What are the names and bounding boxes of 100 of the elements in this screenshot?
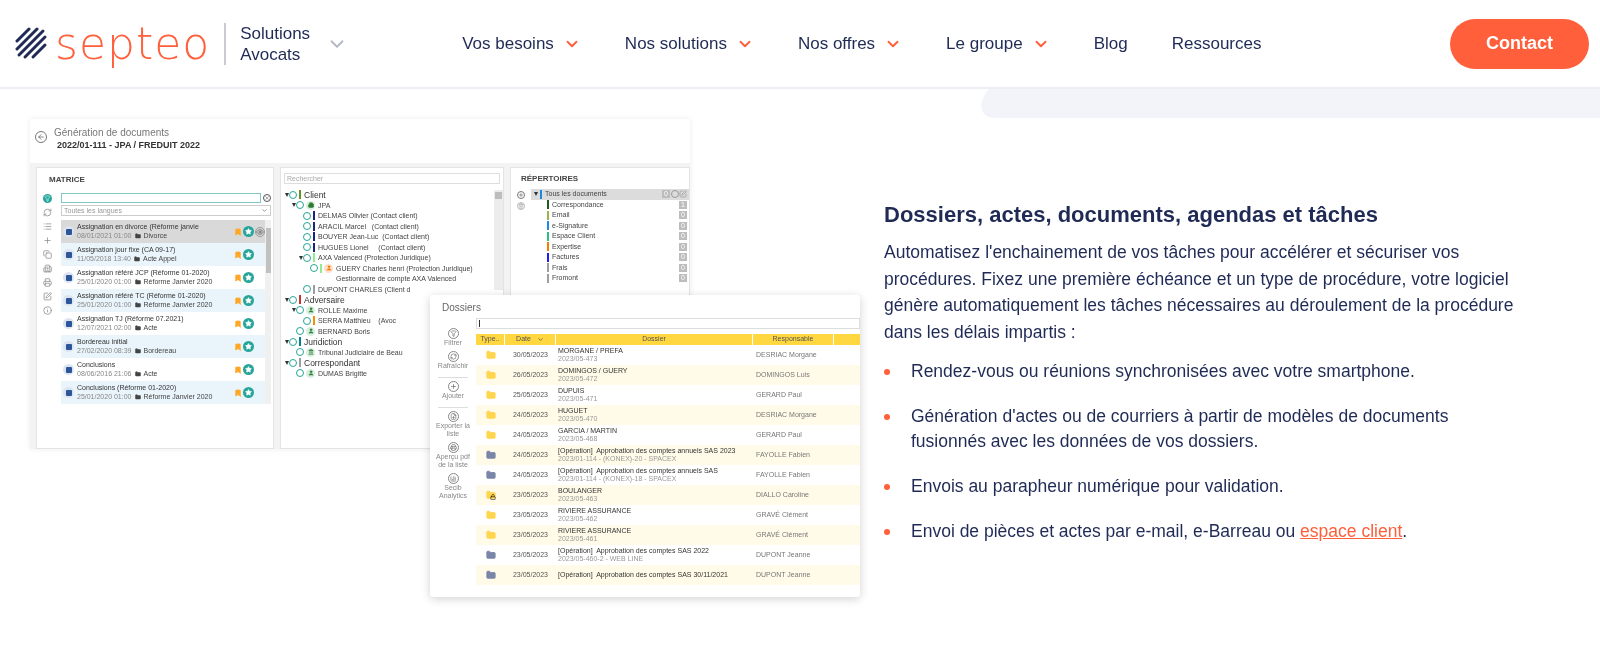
expander-icon[interactable] [291, 203, 296, 207]
building-icon [306, 200, 315, 210]
stripes-logo-icon [15, 26, 49, 61]
clear-icon[interactable] [263, 194, 271, 202]
star-icon[interactable] [243, 318, 254, 329]
word-icon [63, 364, 74, 375]
folder-icon [485, 390, 496, 400]
expander-icon[interactable] [284, 297, 289, 302]
folder-icon [134, 371, 141, 377]
bookmark-icon[interactable] [234, 227, 242, 236]
list-icon[interactable] [42, 222, 52, 231]
product-name[interactable]: Solutions Avocats [240, 22, 321, 65]
tree-label[interactable]: Juridiction [304, 337, 343, 348]
folder-icon [485, 450, 496, 460]
bookmark-icon[interactable] [234, 365, 242, 374]
word-icon [63, 272, 74, 283]
window-title: Génération de documents [54, 126, 171, 139]
bookmark-icon[interactable] [234, 250, 242, 259]
folder-icon [134, 394, 141, 400]
bullet-text: Génération d'actes ou de courriers à partir de modèles de documents fusionnés avec les données de vos dossiers. [911, 405, 1450, 453]
edit-icon[interactable] [679, 190, 687, 199]
expander-icon[interactable] [284, 360, 289, 365]
sort-icon [536, 336, 544, 343]
star-icon[interactable] [243, 387, 254, 398]
printer-icon[interactable] [42, 278, 52, 287]
refresh-icon[interactable] [42, 208, 52, 217]
tree-label[interactable]: Correspondant [304, 358, 361, 369]
folder-icon [134, 279, 141, 285]
bookmark-icon[interactable] [234, 273, 242, 282]
nav-link[interactable]: Ressources [1171, 30, 1262, 57]
expander-icon[interactable] [298, 255, 303, 260]
nav-link[interactable]: Nos solutions [624, 30, 754, 57]
tree-label[interactable]: Adversaire [304, 295, 345, 306]
expander-icon[interactable] [284, 192, 289, 197]
nav-link[interactable]: Nos offres [797, 30, 903, 57]
bookmark-icon[interactable] [234, 342, 242, 351]
bullet-text: Envois au parapheur numérique pour validation. [911, 475, 1285, 498]
expander-icon[interactable] [534, 192, 538, 197]
copy-icon[interactable] [42, 250, 52, 259]
word-icon [63, 226, 74, 237]
window-subtitle: 2022/01-111 - JPA / FREDUIT 2022 [57, 139, 201, 151]
folder-icon [134, 256, 140, 262]
filter-field[interactable] [476, 318, 860, 329]
star-icon[interactable] [243, 341, 254, 352]
word-icon [63, 387, 74, 398]
scrollbar[interactable] [494, 190, 503, 290]
trash-icon[interactable] [517, 202, 525, 210]
intro-paragraph: Automatisez l'enchainement de vos tâches pour accélérer et sécuriser vos procédures. Fixez une première échéance et un type de procédure, votre logiciel génère automatiquement les tâches nécessaires au déroulement de la procédure dans les délais impartis : [884, 241, 1515, 344]
bullet-text: Envoi de pièces et actes par e-mail, e-Barreau ou espace client. [911, 520, 1409, 543]
person-icon [306, 305, 315, 315]
expander-icon[interactable] [284, 339, 289, 344]
folder-icon [485, 430, 496, 440]
scrollbar[interactable] [265, 220, 271, 404]
folder-icon [485, 530, 496, 540]
add-icon[interactable] [42, 236, 52, 245]
folder-icon [485, 410, 496, 420]
star-icon[interactable] [243, 295, 254, 306]
back-arrow-icon [37, 133, 45, 141]
search-field[interactable] [61, 193, 261, 203]
bookmark-icon[interactable] [234, 388, 242, 397]
bookmark-icon[interactable] [234, 319, 242, 328]
window-title: Dossiers [442, 301, 482, 314]
person-icon [306, 368, 315, 378]
courthouse-icon [306, 347, 315, 357]
star-icon[interactable] [243, 272, 254, 283]
folder-icon [134, 233, 141, 239]
locked-folder-icon [485, 490, 496, 500]
chevron-down-icon [261, 207, 268, 214]
panel-heading: RÉPERTOIRES [521, 173, 580, 185]
expander-icon[interactable] [291, 308, 296, 312]
folder-icon [485, 570, 496, 580]
folder-icon [134, 302, 141, 308]
word-icon [63, 295, 74, 306]
info-icon[interactable] [42, 306, 52, 315]
star-icon[interactable] [243, 249, 254, 260]
edit-icon[interactable] [42, 292, 52, 301]
word-icon [63, 341, 74, 352]
back-button[interactable] [35, 131, 47, 143]
panel-heading: MATRICE [49, 174, 86, 186]
add-icon[interactable] [517, 191, 525, 199]
person-icon [306, 326, 315, 336]
folder-icon [485, 510, 496, 520]
bookmark-icon[interactable] [234, 296, 242, 305]
word-icon [63, 249, 74, 260]
building-icon[interactable] [42, 264, 52, 273]
nav-link[interactable]: Blog [1093, 30, 1128, 57]
folder-icon [485, 350, 496, 360]
nav-link[interactable]: Le groupe [946, 30, 1050, 57]
folder-icon [485, 470, 496, 480]
nav-link[interactable]: Vos besoins [462, 30, 581, 57]
folder-icon [485, 550, 496, 560]
folder-icon [134, 325, 141, 331]
tree-label[interactable]: Client [304, 190, 326, 201]
person-icon [324, 263, 333, 273]
folder-icon [134, 348, 141, 354]
star-icon[interactable] [243, 226, 254, 237]
star-icon[interactable] [243, 364, 254, 375]
filter-icon[interactable] [42, 194, 52, 203]
folder-icon [485, 370, 496, 380]
word-icon [63, 318, 74, 329]
